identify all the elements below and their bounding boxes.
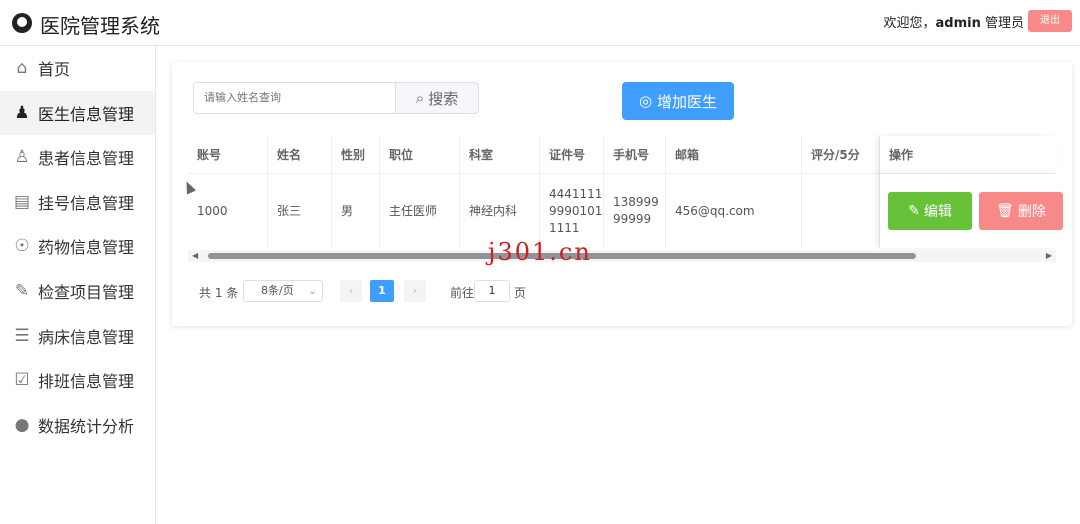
- goto-page-input[interactable]: 1: [474, 280, 510, 302]
- cell-name: 张三: [268, 174, 332, 248]
- app-title: 医院管理系统: [40, 14, 160, 38]
- cell-actions: ✎ 编辑 🗑 删除: [880, 174, 1063, 248]
- patient-icon: ♙: [14, 147, 30, 167]
- column-header-id-number[interactable]: 证件号: [540, 136, 604, 174]
- username: admin: [935, 16, 981, 31]
- search-button[interactable]: ⌕ 搜索: [395, 82, 479, 114]
- sidebar-item-checkup[interactable]: ✎ 检查项目管理: [0, 269, 155, 313]
- medicine-icon: ☉: [14, 236, 30, 256]
- registration-icon: ▤: [13, 192, 31, 212]
- sidebar-item-registration[interactable]: ▤ 挂号信息管理: [0, 180, 155, 224]
- next-page-button[interactable]: ›: [404, 280, 426, 302]
- add-icon: ◎: [638, 92, 653, 110]
- user-role: 管理员: [980, 16, 1024, 31]
- scroll-left-arrow-icon[interactable]: ◀: [192, 250, 198, 262]
- total-count: 共 1 条: [199, 286, 239, 300]
- checklist-icon: ✎: [14, 281, 30, 301]
- sidebar-item-label: 患者信息管理: [38, 149, 135, 168]
- cell-account: 1000: [188, 174, 268, 248]
- sidebar-item-doctor[interactable]: ♟ 医生信息管理: [0, 91, 155, 135]
- sidebar-item-label: 药物信息管理: [38, 238, 135, 257]
- column-header-gender[interactable]: 性别: [332, 136, 380, 174]
- doctor-logo-icon: [12, 13, 32, 33]
- cell-department: 神经内科: [460, 174, 540, 248]
- welcome-prefix: 欢迎您，: [883, 16, 936, 31]
- sidebar-item-label: 挂号信息管理: [38, 194, 135, 213]
- goto-label: 前往: [450, 286, 475, 300]
- doctor-management-card: ⌕搜索 ◎增加医生 账号 姓名 性别 职位 科室 证件号 手机号 邮箱 评分/5…: [172, 62, 1072, 326]
- edit-label: 编辑: [923, 204, 952, 220]
- cell-email: 456@qq.com: [666, 174, 802, 248]
- cell-score: [802, 174, 880, 248]
- page-1-button[interactable]: 1: [370, 280, 394, 302]
- sidebar-item-analysis[interactable]: ● 数据统计分析: [0, 403, 155, 447]
- page-unit: 页: [514, 286, 527, 300]
- delete-label: 删除: [1017, 204, 1046, 220]
- analysis-icon: ●: [14, 415, 30, 435]
- sidebar-item-medicine[interactable]: ☉ 药物信息管理: [0, 224, 155, 268]
- column-header-actions: 操作: [880, 136, 1056, 174]
- sidebar-item-label: 医生信息管理: [38, 105, 135, 124]
- edit-icon: ✎: [908, 203, 920, 219]
- pagination: 共 1 条 8条/页 ⌄ ‹ 1 › 前往 1 页: [188, 280, 688, 304]
- add-doctor-button[interactable]: ◎ 增加医生: [622, 82, 734, 120]
- welcome-text: 欢迎您，admin 管理员: [884, 12, 1025, 31]
- column-header-name[interactable]: 姓名: [268, 136, 332, 174]
- column-header-position[interactable]: 职位: [380, 136, 460, 174]
- sidebar-item-patient[interactable]: ♙ 患者信息管理: [0, 135, 155, 179]
- chevron-down-icon: ⌄: [307, 284, 317, 297]
- delete-button[interactable]: 🗑 删除: [979, 192, 1063, 230]
- page-size-value: 8条/页: [261, 284, 294, 297]
- search-input[interactable]: [193, 82, 396, 114]
- previous-page-button[interactable]: ‹: [340, 280, 362, 302]
- sidebar-item-label: 病床信息管理: [38, 328, 135, 347]
- watermark: j301.cn: [488, 238, 592, 266]
- edit-button[interactable]: ✎ 编辑: [888, 192, 972, 230]
- page-size-select[interactable]: 8条/页 ⌄: [243, 280, 323, 302]
- table-horizontal-scrollbar[interactable]: ◀ ▶: [188, 250, 1056, 262]
- scroll-right-arrow-icon[interactable]: ▶: [1046, 250, 1052, 262]
- sidebar-item-home[interactable]: ⌂ 首页: [0, 46, 155, 90]
- sidebar-item-bed[interactable]: ☰ 病床信息管理: [0, 314, 155, 358]
- logout-button[interactable]: 退出: [1028, 10, 1072, 32]
- trash-icon: 🗑: [996, 203, 1014, 219]
- list-icon: ☰: [14, 326, 30, 346]
- schedule-icon: ☑: [14, 370, 30, 390]
- sidebar: ⌂ 首页 ♟ 医生信息管理 ♙ 患者信息管理 ▤ 挂号信息管理 ☉ 药物信息管理 ✎ 检查项…: [0, 46, 156, 524]
- add-doctor-label: 增加医生: [657, 92, 718, 111]
- column-header-department[interactable]: 科室: [460, 136, 540, 174]
- column-header-account[interactable]: 账号: [188, 136, 268, 174]
- column-header-score[interactable]: 评分/5分: [802, 136, 880, 174]
- cell-phone: 13899999999: [604, 174, 666, 248]
- sidebar-item-schedule[interactable]: ☑ 排班信息管理: [0, 358, 155, 402]
- sidebar-item-label: 首页: [38, 60, 71, 79]
- sidebar-item-label: 排班信息管理: [38, 372, 135, 391]
- search-icon: ⌕: [415, 89, 425, 107]
- cell-position: 主任医师: [380, 174, 460, 248]
- sidebar-item-label: 检查项目管理: [38, 283, 135, 302]
- top-header: 医院管理系统 欢迎您，admin 管理员 退出: [0, 0, 1080, 46]
- home-icon: ⌂: [16, 58, 28, 78]
- column-header-phone[interactable]: 手机号: [604, 136, 666, 174]
- cell-gender: 男: [332, 174, 380, 248]
- sidebar-item-label: 数据统计分析: [38, 417, 135, 436]
- doctor-icon: ♟: [14, 103, 30, 123]
- cell-id-number: 444111199901011111: [540, 174, 604, 248]
- search-button-label: 搜索: [428, 89, 459, 108]
- column-header-email[interactable]: 邮箱: [666, 136, 802, 174]
